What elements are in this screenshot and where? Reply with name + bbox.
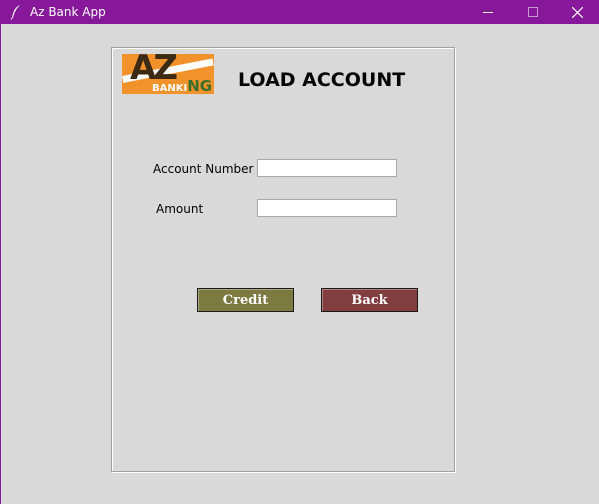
maximize-icon bbox=[527, 7, 538, 17]
close-button[interactable] bbox=[555, 0, 599, 24]
close-icon bbox=[572, 6, 583, 18]
window-title: Az Bank App bbox=[30, 5, 106, 19]
load-account-panel: AZ BANKING LOAD ACCOUNT Account Number A… bbox=[111, 47, 455, 472]
amount-field[interactable] bbox=[257, 199, 397, 217]
credit-button[interactable]: Credit bbox=[197, 288, 294, 312]
amount-label: Amount bbox=[156, 202, 204, 216]
minimize-icon bbox=[482, 12, 493, 13]
feather-icon bbox=[9, 4, 23, 20]
maximize-button[interactable] bbox=[510, 0, 555, 24]
logo-word-tail: NG bbox=[187, 77, 213, 94]
minimize-button[interactable] bbox=[465, 0, 510, 24]
logo-word: BANKI bbox=[152, 83, 188, 94]
back-button[interactable]: Back bbox=[321, 288, 418, 312]
logo-wordmark: BANKING bbox=[152, 77, 213, 95]
page-title: LOAD ACCOUNT bbox=[238, 69, 406, 91]
title-bar: Az Bank App bbox=[0, 0, 599, 24]
account-number-field[interactable] bbox=[257, 159, 397, 177]
window-border bbox=[0, 24, 1, 504]
account-number-label: Account Number bbox=[153, 162, 254, 176]
az-banking-logo: AZ BANKING bbox=[122, 54, 214, 94]
